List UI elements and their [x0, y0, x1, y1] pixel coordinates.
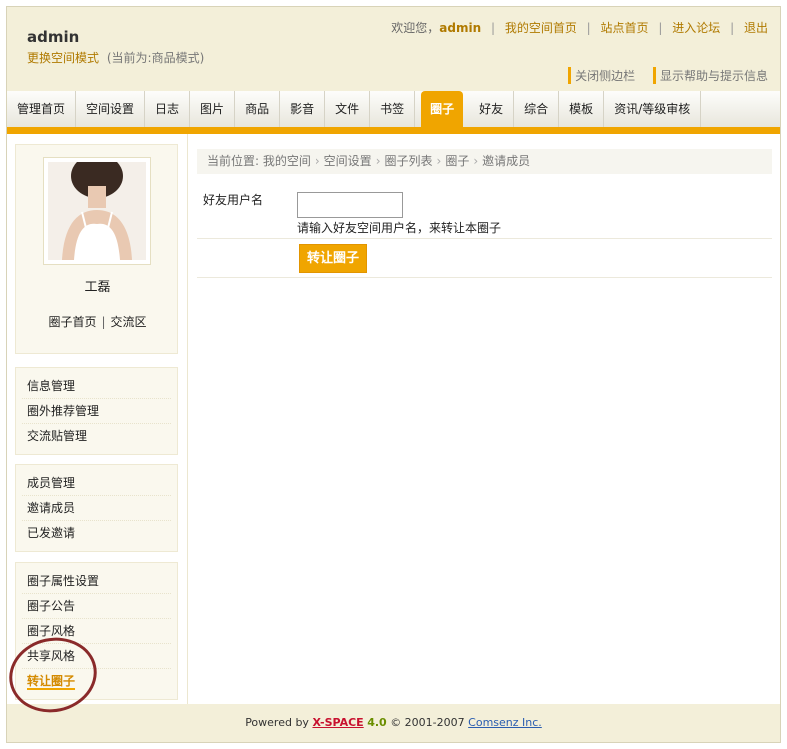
menu-group-info: 信息管理 圈外推荐管理 交流贴管理: [15, 367, 178, 455]
forum-link[interactable]: 进入论坛: [672, 21, 720, 35]
separator: |: [586, 21, 591, 35]
main-nav: 管理首页 空间设置 日志 图片 商品 影音 文件 书签 圈子 好友 综合 模板 …: [7, 91, 780, 134]
menu-group-properties[interactable]: 圈子属性设置: [22, 569, 171, 594]
friend-username-input[interactable]: [297, 192, 403, 218]
breadcrumb-current: 邀请成员: [482, 154, 531, 168]
breadcrumb-arrow-icon: ›: [436, 154, 442, 168]
separator: |: [490, 21, 495, 35]
menu-external-recommend[interactable]: 圈外推荐管理: [22, 399, 171, 424]
menu-sent-invites[interactable]: 已发邀请: [22, 521, 171, 545]
breadcrumb-location[interactable]: 当前位置: 我的空间: [207, 154, 311, 168]
breadcrumb-arrow-icon: ›: [314, 154, 320, 168]
main-panel: 当前位置: 我的空间 › 空间设置 › 圈子列表 › 圈子 › 邀请成员 好友用户名 请输入好友…: [197, 134, 772, 704]
tab-files[interactable]: 文件: [325, 91, 371, 127]
xspace-link[interactable]: X-SPACE: [312, 716, 363, 729]
menu-invite-members[interactable]: 邀请成员: [22, 496, 171, 521]
mode-row: 更换空间模式 (当前为:商品模式): [27, 49, 204, 66]
tab-goods[interactable]: 商品: [235, 91, 281, 127]
content-area: 工磊 圈子首页 | 交流区 信息管理 圈外推荐管理 交流贴管理 成员管理 邀请成员 …: [2, 134, 780, 721]
menu-group-settings: 圈子属性设置 圈子公告 圈子风格 共享风格 转让圈子: [15, 562, 178, 700]
tab-space-settings[interactable]: 空间设置: [76, 91, 146, 127]
page-frame: admin 更换空间模式 (当前为:商品模式) 欢迎您，admin | 我的空间…: [2, 6, 781, 743]
avatar-image: [48, 162, 146, 260]
breadcrumb-arrow-icon: ›: [473, 154, 479, 168]
tab-bookmarks[interactable]: 书签: [370, 91, 416, 127]
discussion-link[interactable]: 交流区: [111, 315, 147, 329]
menu-transfer-group[interactable]: 转让圈子: [22, 669, 171, 693]
friend-username-hint: 请输入好友空间用户名，来转让本圈子: [297, 221, 502, 235]
group-home-link[interactable]: 圈子首页: [48, 315, 96, 329]
switch-mode-link[interactable]: 更换空间模式: [27, 51, 99, 65]
tab-admin-home[interactable]: 管理首页: [7, 91, 77, 127]
transfer-group-button[interactable]: 转让圈子: [299, 244, 368, 273]
tab-media[interactable]: 影音: [280, 91, 326, 127]
breadcrumb: 当前位置: 我的空间 › 空间设置 › 圈子列表 › 圈子 › 邀请成员: [197, 149, 772, 174]
breadcrumb-group-list[interactable]: 圈子列表: [385, 154, 433, 168]
avatar[interactable]: [43, 157, 151, 265]
version-text: 4.0: [367, 716, 387, 729]
menu-shared-style[interactable]: 共享风格: [22, 644, 171, 669]
tab-templates[interactable]: 模板: [559, 91, 605, 127]
header-toggles: 关闭侧边栏 显示帮助与提示信息: [554, 67, 768, 84]
tab-friends[interactable]: 好友: [469, 91, 515, 127]
separator: |: [658, 21, 663, 35]
copyright-text: © 2001-2007: [390, 716, 465, 729]
top-links: 欢迎您，admin | 我的空间首页 | 站点首页 | 进入论坛 | 退出: [391, 19, 768, 36]
my-space-home-link[interactable]: 我的空间首页: [505, 21, 577, 35]
menu-member-manage[interactable]: 成员管理: [22, 471, 171, 496]
menu-info-manage[interactable]: 信息管理: [22, 374, 171, 399]
show-help-toggle[interactable]: 显示帮助与提示信息: [652, 67, 768, 84]
friend-username-label: 好友用户名: [203, 193, 264, 207]
tab-blog[interactable]: 日志: [145, 91, 191, 127]
submit-row: 转让圈子: [197, 239, 772, 278]
menu-group-style[interactable]: 圈子风格: [22, 619, 171, 644]
breadcrumb-arrow-icon: ›: [375, 154, 381, 168]
tab-groups[interactable]: 圈子: [421, 91, 464, 127]
friend-username-row: 好友用户名 请输入好友空间用户名，来转让本圈子: [197, 184, 772, 239]
menu-group-notice[interactable]: 圈子公告: [22, 594, 171, 619]
welcome-user[interactable]: admin: [439, 21, 481, 35]
profile-name: 工磊: [84, 280, 111, 295]
user-name: admin: [27, 28, 80, 46]
logout-link[interactable]: 退出: [744, 21, 768, 35]
welcome-text: 欢迎您，: [391, 21, 440, 35]
menu-group-members: 成员管理 邀请成员 已发邀请: [15, 464, 178, 552]
powered-by-text: Powered by: [245, 716, 309, 729]
breadcrumb-group[interactable]: 圈子: [445, 154, 469, 168]
site-home-link[interactable]: 站点首页: [601, 21, 649, 35]
tab-news-review[interactable]: 资讯/等级审核: [604, 91, 702, 127]
menu-posts-manage[interactable]: 交流贴管理: [22, 424, 171, 448]
breadcrumb-space-settings[interactable]: 空间设置: [324, 154, 372, 168]
tab-general[interactable]: 综合: [514, 91, 560, 127]
separator: |: [730, 21, 735, 35]
sidebar: 工磊 圈子首页 | 交流区 信息管理 圈外推荐管理 交流贴管理 成员管理 邀请成员 …: [2, 134, 188, 721]
close-sidebar-toggle[interactable]: 关闭侧边栏: [568, 67, 635, 84]
separator: |: [101, 315, 106, 329]
comsenz-link[interactable]: Comsenz Inc.: [468, 716, 542, 729]
header: admin 更换空间模式 (当前为:商品模式) 欢迎您，admin | 我的空间…: [7, 7, 780, 91]
tab-images[interactable]: 图片: [190, 91, 236, 127]
profile-links: 圈子首页 | 交流区: [16, 313, 179, 330]
current-mode-text: (当前为:商品模式): [106, 51, 205, 65]
footer: Powered by X-SPACE 4.0 © 2001-2007 Comse…: [7, 704, 780, 742]
profile-box: 工磊 圈子首页 | 交流区: [15, 144, 178, 354]
